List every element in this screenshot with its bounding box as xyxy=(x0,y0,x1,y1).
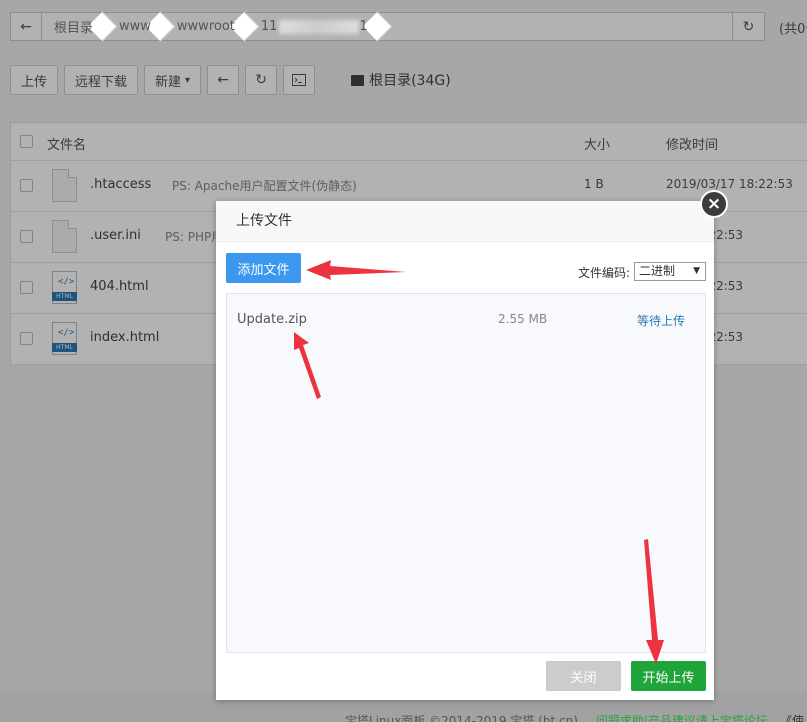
close-icon[interactable]: × xyxy=(700,190,728,218)
upload-dialog: 上传文件 添加文件 文件编码: 二进制 ▼ Update.zip 2.55 MB… xyxy=(216,201,714,700)
footer-copyright: 宝塔Linux面板 ©2014-2019 宝塔 (bt.cn) xyxy=(345,714,578,722)
encoding-select[interactable]: 二进制 ▼ xyxy=(634,262,706,281)
terms-link[interactable]: 《使 xyxy=(780,714,804,722)
breadcrumb-site-prefix: 11 xyxy=(260,19,278,34)
chevron-down-icon: ▼ xyxy=(693,266,700,276)
close-button[interactable]: 关闭 xyxy=(546,661,621,691)
start-upload-button[interactable]: 开始上传 xyxy=(631,661,706,691)
encoding-value: 二进制 xyxy=(639,264,676,278)
redacted-text xyxy=(279,19,360,34)
dialog-title: 上传文件 xyxy=(216,201,714,242)
forum-link[interactable]: 问题求助|产品建议请上宝塔论坛 xyxy=(596,714,768,722)
upload-file-list[interactable]: Update.zip 2.55 MB 等待上传 xyxy=(226,293,706,653)
breadcrumb-site-tail: 1 xyxy=(359,19,368,34)
footer-text: 宝塔Linux面板 ©2014-2019 宝塔 (bt.cn) 问题求助|产品建议… xyxy=(345,712,804,722)
upload-file-size: 2.55 MB xyxy=(498,312,548,326)
add-file-button[interactable]: 添加文件 xyxy=(226,253,301,283)
encoding-label: 文件编码: xyxy=(578,266,631,280)
upload-file-status: 等待上传 xyxy=(637,314,686,328)
upload-file-name: Update.zip xyxy=(237,312,307,327)
